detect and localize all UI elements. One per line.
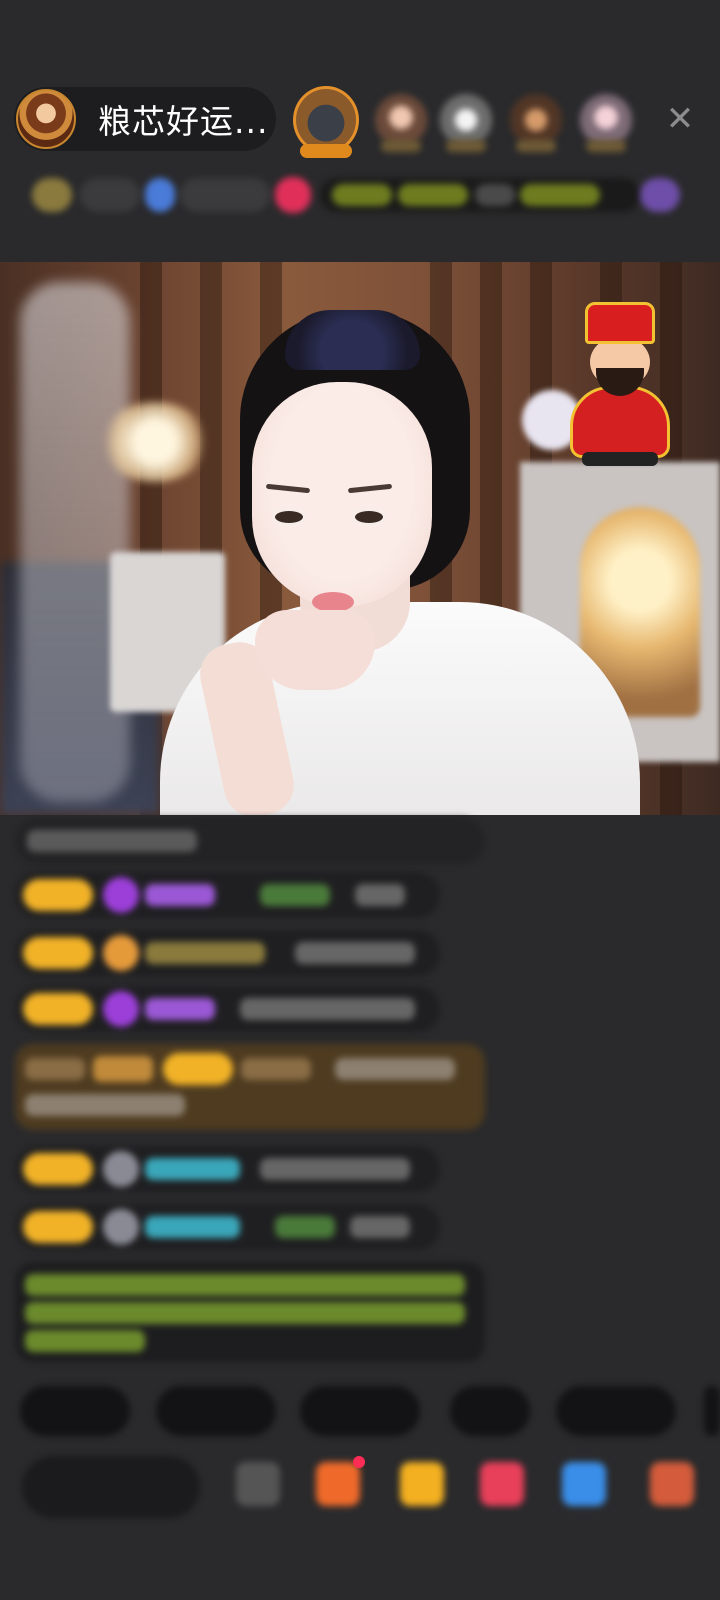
top-viewer-avatar-3[interactable] (440, 94, 492, 146)
chat-message[interactable] (15, 872, 440, 918)
red-badge-icon[interactable] (275, 177, 311, 213)
system-text (25, 1274, 465, 1296)
streamer-hand (255, 610, 375, 690)
close-icon[interactable]: ✕ (664, 102, 696, 136)
fan-medal-icon (103, 935, 139, 971)
chat-message-highlight[interactable] (15, 1044, 485, 1130)
fan-ticker-item (520, 184, 600, 206)
sticker-feet (582, 452, 658, 466)
fan-ticker-item (398, 184, 468, 206)
chat-text (260, 1158, 410, 1180)
hour-rank-icon[interactable] (32, 178, 72, 212)
quick-reply-3[interactable] (300, 1386, 420, 1436)
live-video[interactable] (0, 262, 720, 815)
chat-username[interactable] (241, 1058, 311, 1080)
background-lamp (100, 402, 210, 482)
streamer-hair-bun (285, 310, 420, 370)
chat-username[interactable] (145, 942, 265, 964)
top-viewer-rank-tag (300, 144, 352, 158)
chat-gift-target (260, 884, 330, 906)
top-viewer-rank-tag (381, 140, 421, 152)
level-badge-icon (23, 1153, 93, 1185)
emoji-icon[interactable] (236, 1462, 280, 1506)
host-name: 粮芯好运... (98, 102, 269, 141)
fan-club-icon[interactable] (480, 1462, 524, 1506)
top-viewer-avatar-4[interactable] (510, 94, 562, 146)
user-avatar (103, 1151, 139, 1187)
level-badge-icon (23, 1211, 93, 1243)
host-info-pill[interactable]: 粮芯好运... (14, 87, 276, 151)
user-avatar (103, 1209, 139, 1245)
chat-text (25, 1094, 185, 1116)
chat-gift-target (275, 1216, 335, 1238)
fan-ticker-item (332, 184, 392, 206)
game-icon[interactable] (562, 1462, 606, 1506)
chat-message[interactable] (15, 930, 440, 976)
background-decor-tree (20, 282, 130, 802)
system-text (25, 1302, 465, 1324)
live-badge-row[interactable] (20, 172, 700, 218)
popularity-badge[interactable] (180, 178, 270, 212)
diamond-icon (103, 877, 139, 913)
chat-text (355, 884, 405, 906)
level-badge-icon (23, 879, 93, 911)
top-viewer-rank-tag (586, 140, 626, 152)
popularity-icon[interactable] (145, 178, 175, 212)
gift-badge-icon[interactable] (640, 178, 680, 212)
chat-text (335, 1058, 455, 1080)
level-badge-icon (23, 937, 93, 969)
quick-reply-1[interactable] (20, 1386, 130, 1436)
host-avatar[interactable] (16, 89, 76, 149)
chat-message[interactable] (15, 818, 485, 864)
chat-text (27, 830, 197, 852)
chat-username[interactable] (145, 1158, 240, 1180)
chat-message[interactable] (15, 1146, 440, 1192)
sticker-hat (585, 302, 655, 344)
quick-reply-2[interactable] (156, 1386, 276, 1436)
more-apps-icon[interactable] (650, 1462, 694, 1506)
top-viewer-rank-tag (446, 140, 486, 152)
wish-icon[interactable] (316, 1462, 360, 1506)
god-of-wealth-sticker[interactable] (560, 302, 680, 467)
streamer-face (252, 382, 432, 607)
chat-text (295, 942, 415, 964)
streamer-lips (312, 592, 354, 612)
streamer-eye (272, 508, 306, 526)
chat-message[interactable] (15, 986, 440, 1032)
system-text (25, 1330, 145, 1352)
hour-rank-badge[interactable] (80, 178, 140, 212)
comment-input[interactable] (22, 1456, 200, 1518)
system-notice (15, 1262, 485, 1362)
chat-tag (25, 1058, 85, 1080)
quick-reply-5[interactable] (556, 1386, 676, 1436)
chat-text (350, 1216, 410, 1238)
streamer-eye (352, 508, 386, 526)
chat-username[interactable] (145, 884, 215, 906)
top-viewer-avatar-2[interactable] (375, 94, 427, 146)
diamond-icon (103, 991, 139, 1027)
notification-dot (353, 1456, 365, 1468)
chat-username[interactable] (145, 1216, 240, 1238)
fan-ticker-item (475, 184, 515, 206)
level-badge-icon (23, 993, 93, 1025)
top-viewer-avatar-5[interactable] (580, 94, 632, 146)
sticker-body (570, 386, 670, 458)
top-viewer-rank-tag (516, 140, 556, 152)
level-badge-icon (163, 1053, 233, 1085)
chat-username[interactable] (145, 998, 215, 1020)
gift-icon[interactable] (400, 1462, 444, 1506)
vip-badge-icon (93, 1056, 153, 1082)
chat-message[interactable] (15, 1204, 440, 1250)
chat-text (240, 998, 415, 1020)
quick-reply-6[interactable] (704, 1386, 720, 1436)
quick-reply-4[interactable] (450, 1386, 530, 1436)
